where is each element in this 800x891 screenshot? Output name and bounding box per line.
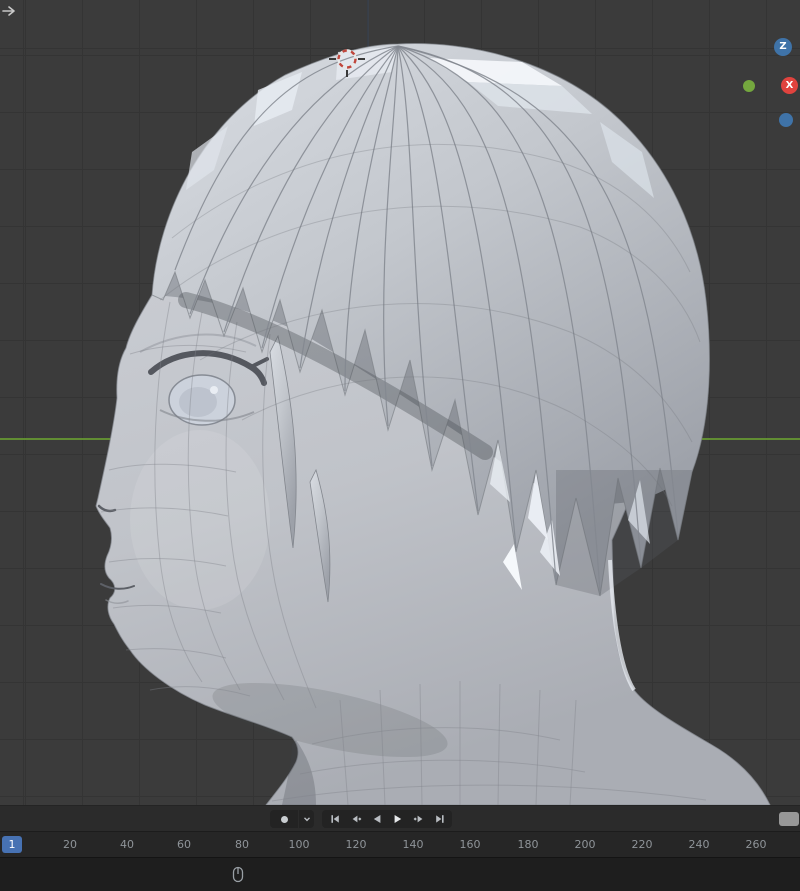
timeline-header	[0, 805, 800, 831]
gizmo-y-axis-ball[interactable]	[743, 80, 755, 92]
auto-key-group	[270, 810, 314, 828]
record-options-dropdown[interactable]	[299, 810, 314, 828]
frame-tick: 20	[63, 838, 77, 851]
3d-cursor-icon	[329, 41, 365, 77]
frame-tick: 200	[574, 838, 596, 851]
frame-tick: 180	[517, 838, 539, 851]
current-frame-indicator[interactable]: 1	[2, 836, 22, 853]
jump-to-start-button[interactable]	[324, 810, 345, 828]
jump-to-end-icon	[435, 815, 444, 823]
frame-tick: 120	[345, 838, 367, 851]
gizmo-z-axis-ball[interactable]: Z	[774, 38, 792, 56]
viewport-corner-arrow-icon[interactable]	[1, 4, 17, 18]
frame-tick: 100	[288, 838, 310, 851]
mouse-drag-icon	[232, 866, 244, 883]
frame-tick: 60	[177, 838, 191, 851]
head-model-mesh[interactable]	[0, 0, 800, 805]
next-keyframe-icon	[413, 815, 422, 823]
jump-to-start-icon	[330, 815, 339, 823]
timeline-scrollbar[interactable]	[779, 812, 799, 826]
chevron-down-icon	[303, 817, 310, 822]
gizmo-x-label: X	[785, 79, 794, 91]
frame-tick: 240	[688, 838, 710, 851]
gizmo-z-label: Z	[779, 41, 787, 52]
frame-tick: 80	[235, 838, 249, 851]
playback-controls	[322, 810, 452, 828]
status-bar	[0, 857, 800, 891]
previous-keyframe-button[interactable]	[345, 810, 366, 828]
play-reverse-icon	[373, 815, 380, 823]
record-dot-icon	[280, 815, 288, 823]
frame-tick: 40	[120, 838, 134, 851]
next-keyframe-button[interactable]	[408, 810, 429, 828]
auto-key-record-button[interactable]	[270, 810, 298, 828]
gizmo-axis-ball-blue[interactable]	[779, 113, 793, 127]
3d-viewport[interactable]: Z X	[0, 0, 800, 805]
previous-keyframe-icon	[352, 815, 361, 823]
gizmo-x-axis-ball[interactable]: X	[781, 77, 798, 94]
play-button[interactable]	[387, 810, 408, 828]
play-reverse-button[interactable]	[366, 810, 387, 828]
frame-tick: 220	[631, 838, 653, 851]
play-icon	[394, 815, 401, 823]
jump-to-end-button[interactable]	[429, 810, 450, 828]
frame-tick: 160	[459, 838, 481, 851]
frame-tick: 140	[402, 838, 424, 851]
frame-tick: 260	[745, 838, 767, 851]
timeline-ruler[interactable]: 1 20 40 60 80 100 120 140 160 180 200 22…	[0, 831, 800, 857]
